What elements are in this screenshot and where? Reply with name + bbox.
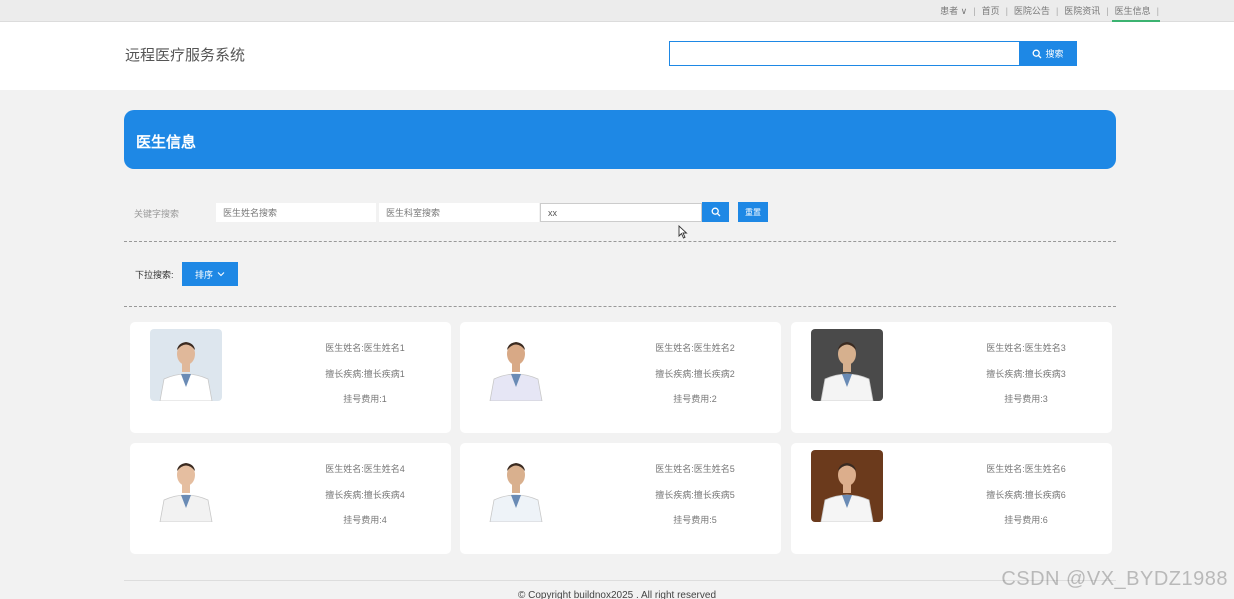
keyword-search-input[interactable] (540, 203, 702, 222)
copyright-text: © Copyright buildnox2025 . All right res… (517, 590, 717, 599)
doctor-photo (811, 329, 883, 401)
sort-dropdown-button[interactable]: 排序 (182, 262, 238, 286)
dropdown-search-label: 下拉搜索: (135, 270, 174, 280)
doctor-specialty: 擅长疾病:擅长疾病6 (986, 489, 1066, 500)
doctor-name: 医生姓名:医生姓名3 (986, 343, 1066, 353)
reset-button[interactable]: 重置 (738, 202, 768, 222)
doctor-card[interactable]: 医生姓名:医生姓名5 擅长疾病:擅长疾病5 挂号费用:5 (460, 443, 781, 554)
doctor-fee: 挂号费用:3 (1004, 394, 1048, 404)
top-bar: 患者 ∨ | 首页 | 医院公告 | 医院资讯 | 医生信息 | (0, 0, 1234, 22)
site-title: 远程医疗服务系统 (125, 47, 246, 64)
doctor-specialty: 擅长疾病:擅长疾病5 (655, 489, 735, 500)
doctor-info: 医生姓名:医生姓名4 擅长疾病:擅长疾病4 挂号费用:4 (280, 457, 450, 534)
doctor-card[interactable]: 医生姓名:医生姓名4 擅长疾病:擅长疾病4 挂号费用:4 (130, 443, 451, 554)
doctor-info: 医生姓名:医生姓名3 擅长疾病:擅长疾病3 挂号费用:3 (941, 336, 1111, 413)
doctor-portrait-image (480, 329, 552, 401)
doctor-name-search-input[interactable] (216, 203, 376, 222)
doctor-portrait-image (480, 450, 552, 522)
doctor-photo (480, 329, 552, 401)
watermark: CSDN @VX_BYDZ1988 (1001, 568, 1228, 590)
search-icon (711, 207, 720, 217)
chevron-down-icon (217, 272, 225, 277)
top-nav: 患者 ∨ | 首页 | 医院公告 | 医院资讯 | 医生信息 | (935, 0, 1160, 22)
nav-patient-dropdown[interactable]: 患者 ∨ (935, 0, 972, 22)
doctor-card[interactable]: 医生姓名:医生姓名3 擅长疾病:擅长疾病3 挂号费用:3 (791, 322, 1112, 433)
doctor-dept-search-input[interactable] (379, 203, 539, 222)
doctor-name: 医生姓名:医生姓名6 (986, 464, 1066, 474)
doctor-photo (811, 450, 883, 522)
doctor-name: 医生姓名:医生姓名5 (655, 464, 735, 474)
nav-doctor-info[interactable]: 医生信息 (1110, 0, 1160, 22)
keyword-search-label: 关键字搜索 (134, 209, 180, 219)
header-search-input[interactable] (669, 41, 1020, 66)
doctor-specialty: 擅长疾病:擅长疾病2 (655, 368, 735, 379)
site-header: 远程医疗服务系统 搜索 (0, 22, 1234, 90)
nav-hospital-notice[interactable]: 医院公告 (1009, 0, 1055, 22)
nav-separator: | (1156, 6, 1159, 16)
doctor-portrait-image (811, 450, 883, 522)
doctor-photo (480, 450, 552, 522)
doctor-card[interactable]: 医生姓名:医生姓名6 擅长疾病:擅长疾病6 挂号费用:6 (791, 443, 1112, 554)
filter-search-button[interactable] (702, 202, 729, 222)
doctor-fee: 挂号费用:5 (673, 515, 717, 525)
doctor-info: 医生姓名:医生姓名5 擅长疾病:擅长疾病5 挂号费用:5 (610, 457, 780, 534)
search-button-label: 搜索 (1045, 49, 1064, 59)
doctor-info: 医生姓名:医生姓名2 擅长疾病:擅长疾病2 挂号费用:2 (610, 336, 780, 413)
sort-label: 排序 (194, 269, 213, 280)
doctor-portrait-image (150, 450, 222, 522)
doctor-info: 医生姓名:医生姓名1 擅长疾病:擅长疾病1 挂号费用:1 (280, 336, 450, 413)
doctor-name: 医生姓名:医生姓名4 (325, 464, 405, 474)
nav-home[interactable]: 首页 (977, 0, 1005, 22)
doctor-photo (150, 450, 222, 522)
doctor-portrait-image (811, 329, 883, 401)
header-search-button[interactable]: 搜索 (1019, 41, 1077, 66)
page-banner: 医生信息 (124, 110, 1116, 169)
doctor-fee: 挂号费用:2 (673, 394, 717, 404)
doctor-card[interactable]: 医生姓名:医生姓名1 擅长疾病:擅长疾病1 挂号费用:1 (130, 322, 451, 433)
nav-hospital-news[interactable]: 医院资讯 (1059, 0, 1105, 22)
doctor-fee: 挂号费用:4 (343, 515, 387, 525)
doctor-card[interactable]: 医生姓名:医生姓名2 擅长疾病:擅长疾病2 挂号费用:2 (460, 322, 781, 433)
doctor-fee: 挂号费用:6 (1004, 515, 1048, 525)
doctor-specialty: 擅长疾病:擅长疾病1 (325, 368, 405, 379)
doctor-name: 医生姓名:医生姓名1 (325, 343, 405, 353)
page-title: 医生信息 (136, 134, 197, 151)
mouse-cursor-icon (678, 225, 688, 239)
doctor-portrait-image (150, 329, 222, 401)
divider (124, 306, 1116, 307)
divider (124, 241, 1116, 242)
footer-divider (124, 580, 1116, 581)
doctor-photo (150, 329, 222, 401)
doctor-info: 医生姓名:医生姓名6 擅长疾病:擅长疾病6 挂号费用:6 (941, 457, 1111, 534)
search-icon (1033, 49, 1042, 58)
doctor-name: 医生姓名:医生姓名2 (655, 343, 735, 353)
doctor-specialty: 擅长疾病:擅长疾病3 (986, 368, 1066, 379)
doctor-specialty: 擅长疾病:擅长疾病4 (325, 489, 405, 500)
doctor-fee: 挂号费用:1 (343, 394, 387, 404)
